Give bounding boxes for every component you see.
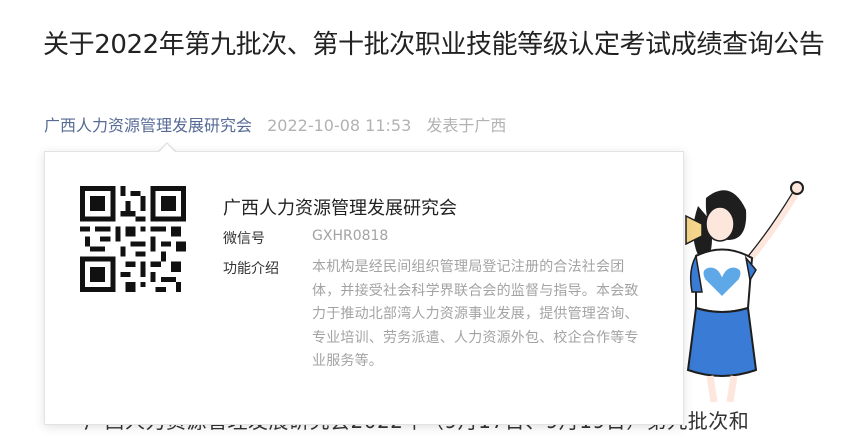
article-meta: 广西人力资源管理发展研究会 2022-10-08 11:53 发表于广西 [44,114,506,138]
intro-label: 功能介绍 [223,261,279,277]
intro-text: 本机构是经民间组织管理局登记注册的合法社会团体，并接受社会科学界联合会的监督与指… [312,259,639,369]
qr-code-icon[interactable] [80,186,186,292]
profile-name: 广西人力资源管理发展研究会 [223,198,457,219]
publish-location: 发表于广西 [426,116,507,135]
wechat-id-label: 微信号 [223,231,265,247]
cheering-girl-illustration [685,181,804,402]
account-name-link[interactable]: 广西人力资源管理发展研究会 [44,116,252,135]
article-title: 关于2022年第九批次、第十批次职业技能等级认定考试成绩查询公告 [43,30,825,60]
wechat-id-value: GXHR0818 [312,228,389,244]
publish-date: 2022-10-08 11:53 [267,116,412,135]
account-profile-popup: 广西人力资源管理发展研究会 微信号 GXHR0818 功能介绍 本机构是经民间组… [44,151,684,425]
popup-arrow-fill [158,144,176,153]
